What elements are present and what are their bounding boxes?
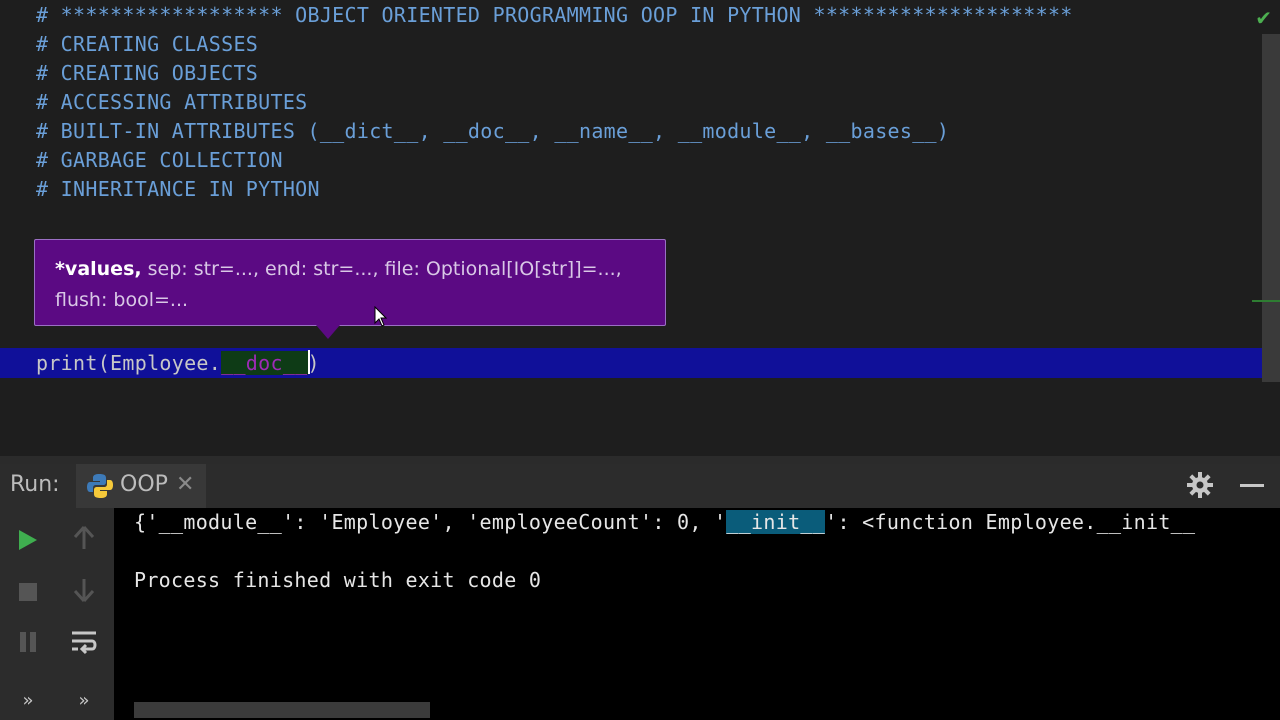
stop-button[interactable] (8, 572, 48, 612)
soft-wrap-button[interactable] (64, 622, 104, 662)
panel-divider[interactable] (0, 456, 1280, 464)
gear-icon[interactable] (1186, 471, 1214, 499)
more-icon[interactable]: » (64, 680, 104, 720)
previous-occurrence-button[interactable] (64, 518, 104, 558)
scroll-marker (1252, 300, 1280, 302)
print-suffix: ) (307, 351, 320, 375)
tooltip-active-param: *values, (55, 258, 142, 280)
mouse-pointer-icon (374, 306, 388, 327)
code-line-comment: # INHERITANCE IN PYTHON (36, 177, 320, 201)
console-highlight: __init__ (726, 510, 826, 534)
arrow-down-icon (73, 579, 95, 603)
tooltip-params: sep: str=..., end: str=..., file: Option… (141, 258, 622, 280)
editor-scrollbar[interactable] (1262, 34, 1280, 382)
arrow-up-icon (73, 525, 95, 549)
rerun-button[interactable] (8, 520, 48, 560)
python-icon (87, 474, 113, 498)
code-line-comment: # GARBAGE COLLECTION (36, 148, 283, 172)
code-line-comment: # ****************** OBJECT ORIENTED PRO… (36, 3, 1073, 27)
run-toolbar: » » (0, 508, 114, 720)
run-label: Run: (10, 472, 60, 497)
code-line-comment: # ACCESSING ATTRIBUTES (36, 90, 308, 114)
console-horizontal-scrollbar[interactable] (134, 702, 430, 718)
console-output-line: {'__module__': 'Employee', 'employeeCoun… (134, 508, 1195, 536)
stop-icon (19, 583, 37, 601)
run-panel-header: Run: OOP ✕ (0, 464, 1280, 508)
run-tab-oop[interactable]: OOP ✕ (76, 464, 206, 508)
close-icon[interactable]: ✕ (176, 472, 194, 497)
code-line-comment: # CREATING OBJECTS (36, 61, 259, 85)
run-console[interactable]: {'__module__': 'Employee', 'employeeCoun… (114, 508, 1280, 720)
code-line-comment: # CREATING CLASSES (36, 32, 259, 56)
pause-icon (20, 632, 36, 652)
code-line-print[interactable]: print(Employee.__doc__) (36, 349, 320, 378)
print-prefix: print(Employee. (36, 351, 222, 375)
parameter-info-tooltip: *values, sep: str=..., end: str=..., fil… (34, 239, 666, 326)
tooltip-arrow (316, 325, 340, 339)
pause-button[interactable] (8, 622, 48, 662)
console-text: {'__module__': 'Employee', 'employeeCoun… (134, 510, 727, 534)
minimize-icon[interactable] (1240, 484, 1264, 487)
code-editor[interactable]: ✔ # ****************** OBJECT ORIENTED P… (0, 0, 1280, 456)
soft-wrap-icon (72, 631, 97, 655)
code-line-comment: # BUILT-IN ATTRIBUTES (__dict__, __doc__… (36, 119, 950, 143)
doc-attribute: __doc__ (221, 351, 308, 375)
check-icon: ✔ (1255, 6, 1272, 30)
console-text: ': <function Employee.__init__ (825, 510, 1196, 534)
run-tab-label: OOP (120, 472, 168, 497)
console-exit-line: Process finished with exit code 0 (134, 568, 542, 592)
tooltip-params-line2: flush: bool=... (55, 289, 189, 311)
play-icon (19, 530, 37, 550)
next-occurrence-button[interactable] (64, 570, 104, 610)
more-icon[interactable]: » (8, 680, 48, 720)
